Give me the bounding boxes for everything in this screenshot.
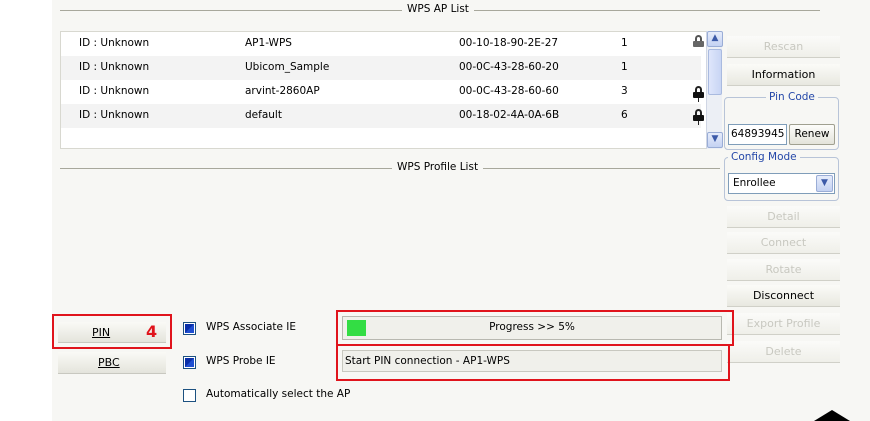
- scroll-down-icon[interactable]: ▼: [707, 132, 723, 148]
- export-profile-button[interactable]: Export Profile: [727, 313, 840, 335]
- ap-list-scrollbar[interactable]: ▲ ▼: [706, 31, 723, 149]
- disconnect-button[interactable]: Disconnect: [727, 285, 840, 307]
- ap-id: ID : Unknown: [79, 85, 150, 97]
- auto-select-ap-label: Automatically select the AP: [206, 388, 351, 400]
- connect-button[interactable]: Connect: [727, 232, 840, 254]
- progress-text: Progress >> 5%: [489, 321, 575, 333]
- ap-list[interactable]: ID : Unknown AP1-WPS 00-10-18-90-2E-27 1…: [60, 31, 714, 149]
- ap-channel: 3: [621, 85, 628, 97]
- ap-row[interactable]: ID : Unknown Ubicom_Sample 00-0C-43-28-6…: [61, 56, 701, 80]
- lock-closed-icon: [693, 109, 704, 125]
- lock-open-icon: [693, 35, 704, 50]
- collapse-arrow-icon[interactable]: [814, 410, 850, 421]
- ap-id: ID : Unknown: [79, 109, 150, 121]
- rotate-button[interactable]: Rotate: [727, 259, 840, 281]
- auto-select-ap-checkbox[interactable]: [183, 389, 196, 402]
- lock-closed-icon: [693, 86, 704, 102]
- ap-ssid: arvint-2860AP: [245, 85, 320, 97]
- ap-channel: 1: [621, 61, 628, 73]
- ap-row[interactable]: ID : Unknown arvint-2860AP 00-0C-43-28-6…: [61, 80, 704, 104]
- config-mode-legend: Config Mode: [728, 151, 800, 163]
- pin-button-highlight: PIN 4: [52, 314, 172, 349]
- ap-ssid: default: [245, 109, 282, 121]
- scroll-up-icon[interactable]: ▲: [707, 31, 723, 47]
- step-annotation: 4: [146, 322, 158, 341]
- ap-list-title: WPS AP List: [402, 3, 474, 15]
- ap-id: ID : Unknown: [79, 37, 150, 49]
- ap-bssid: 00-0C-43-28-60-20: [459, 61, 559, 73]
- detail-button[interactable]: Detail: [727, 206, 840, 228]
- pin-code-legend: Pin Code: [766, 91, 818, 103]
- wps-associate-ie-label: WPS Associate IE: [206, 321, 297, 333]
- status-text: Start PIN connection - AP1-WPS: [342, 350, 722, 372]
- chevron-down-icon[interactable]: ▼: [816, 175, 833, 192]
- delete-button[interactable]: Delete: [727, 341, 840, 363]
- scroll-thumb[interactable]: [708, 49, 722, 95]
- ap-channel: 1: [621, 37, 628, 49]
- pin-button-label: PIN: [92, 326, 111, 339]
- rescan-button[interactable]: Rescan: [727, 36, 840, 58]
- ap-row[interactable]: ID : Unknown AP1-WPS 00-10-18-90-2E-27 1: [61, 32, 704, 56]
- ap-bssid: 00-10-18-90-2E-27: [459, 37, 559, 49]
- ap-bssid: 00-18-02-4A-0A-6B: [459, 109, 560, 121]
- ap-id: ID : Unknown: [79, 61, 150, 73]
- ap-ssid: AP1-WPS: [245, 37, 292, 49]
- wps-associate-ie-checkbox[interactable]: [183, 322, 196, 335]
- profile-list-divider: [60, 168, 720, 169]
- information-button[interactable]: Information: [727, 64, 840, 86]
- renew-button[interactable]: Renew: [789, 124, 835, 145]
- ap-bssid: 00-0C-43-28-60-60: [459, 85, 559, 97]
- wps-panel: WPS AP List ID : Unknown AP1-WPS 00-10-1…: [52, 0, 870, 421]
- ap-channel: 6: [621, 109, 628, 121]
- pbc-button-label: PBC: [98, 356, 120, 369]
- ap-row[interactable]: ID : Unknown default 00-18-02-4A-0A-6B 6: [61, 104, 704, 128]
- ap-ssid: Ubicom_Sample: [245, 61, 330, 73]
- config-mode-select[interactable]: Enrollee ▼: [728, 173, 835, 194]
- pbc-button[interactable]: PBC: [58, 352, 166, 374]
- pin-code-field[interactable]: 64893945: [728, 124, 787, 145]
- config-mode-value: Enrollee: [733, 177, 776, 189]
- pin-button[interactable]: PIN 4: [58, 322, 166, 343]
- wps-probe-ie-checkbox[interactable]: [183, 356, 196, 369]
- profile-list-title: WPS Profile List: [392, 161, 484, 173]
- progress-bar: Progress >> 5%: [342, 316, 722, 340]
- wps-probe-ie-label: WPS Probe IE: [206, 355, 276, 367]
